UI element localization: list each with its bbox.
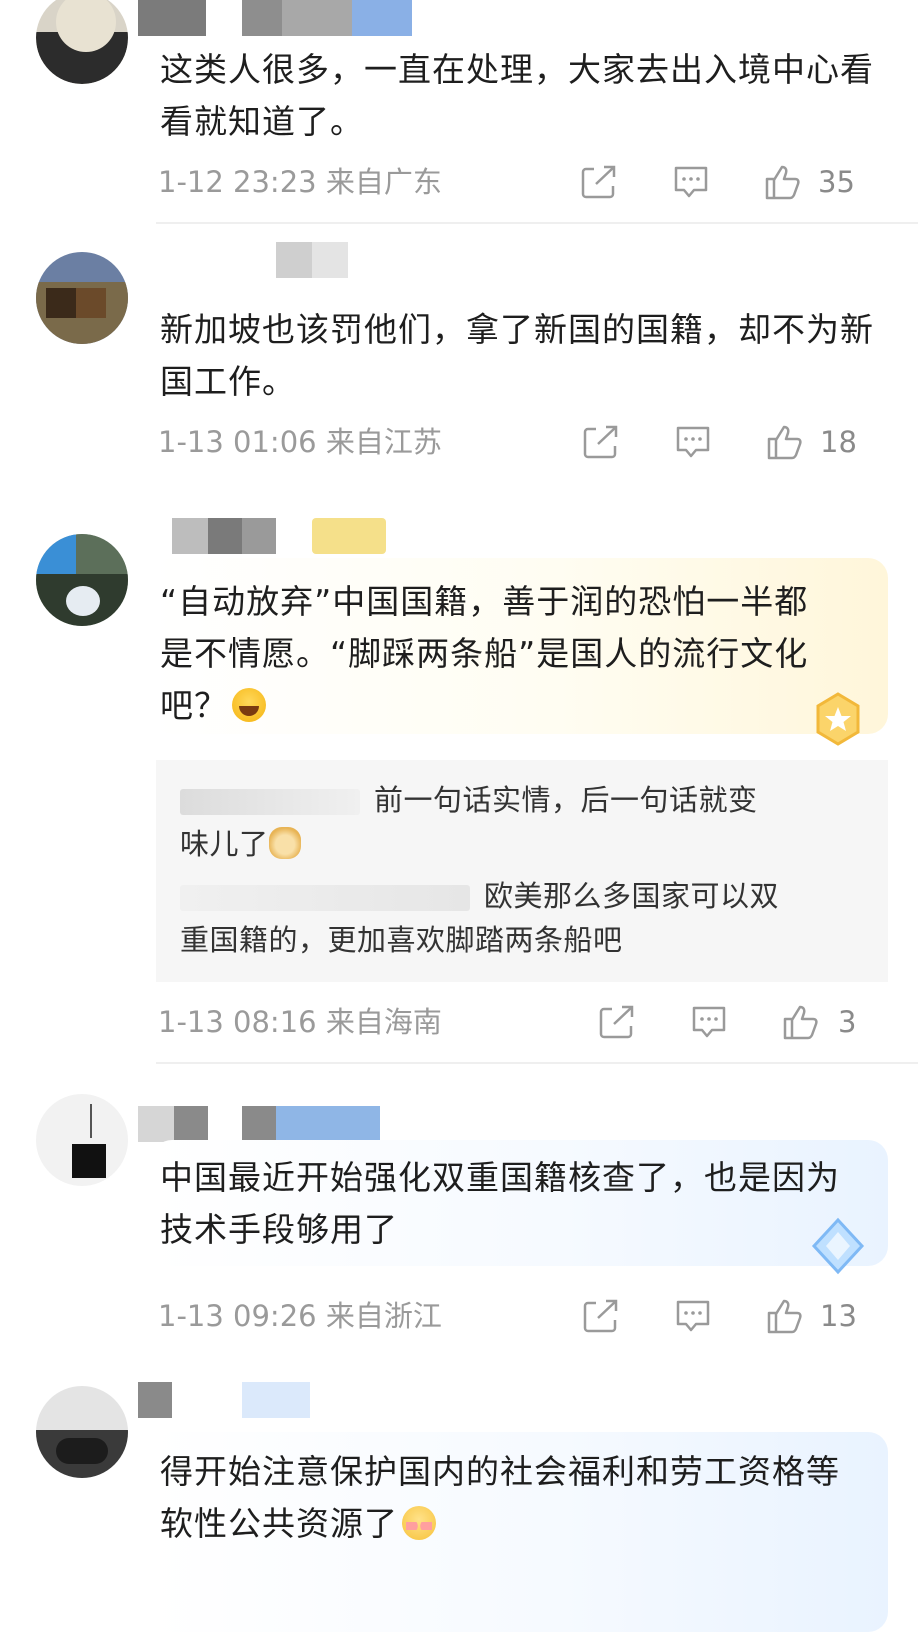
avatar[interactable]	[36, 534, 128, 626]
star-badge-icon	[806, 688, 870, 752]
like-count: 3	[838, 1005, 857, 1039]
reply-username-blurred[interactable]	[180, 789, 360, 815]
thumbs-up-icon[interactable]	[782, 1004, 820, 1040]
avatar[interactable]	[36, 0, 128, 84]
comment-icon[interactable]	[672, 164, 710, 200]
like-count: 35	[818, 165, 855, 199]
thumbs-up-icon[interactable]	[766, 1298, 804, 1334]
reply-list[interactable]: 前一句话实情，后一句话就变味儿了 欧美那么多国家可以双重国籍的，更加喜欢脚踏两条…	[156, 760, 888, 982]
comment-time-location: 1-13 01:06 来自江苏	[158, 425, 442, 459]
comment-time-location: 1-12 23:23 来自广东	[158, 165, 442, 199]
laughing-emoji-icon	[232, 688, 266, 722]
comment-icon[interactable]	[674, 1298, 712, 1334]
diamond-badge-icon	[806, 1214, 870, 1278]
reply-username-blurred[interactable]	[180, 885, 470, 911]
comment-text-content: 得开始注意保护国内的社会福利和劳工资格等软性公共资源了	[160, 1452, 840, 1543]
like-count: 18	[820, 425, 857, 459]
share-icon[interactable]	[580, 164, 618, 200]
divider	[156, 222, 918, 224]
comment-time-location: 1-13 09:26 来自浙江	[158, 1299, 442, 1333]
divider	[156, 1062, 918, 1064]
thumbs-up-icon[interactable]	[764, 164, 802, 200]
thumbs-up-icon[interactable]	[766, 424, 804, 460]
reply-text: 欧美那么多国家可以双	[484, 879, 780, 913]
share-icon[interactable]	[582, 424, 620, 460]
doge-emoji-icon	[268, 827, 301, 859]
comment-time-location: 1-13 08:16 来自海南	[158, 1005, 442, 1039]
blush-emoji-icon	[402, 1506, 436, 1540]
username-blurred[interactable]	[138, 1382, 338, 1418]
username-blurred[interactable]	[138, 0, 438, 36]
comment-text: 中国最近开始强化双重国籍核查了，也是因为技术手段够用了	[160, 1158, 840, 1249]
reply-text: 前一句话实情，后一句话就变	[374, 783, 758, 817]
comment-icon[interactable]	[674, 424, 712, 460]
username-blurred[interactable]	[138, 1106, 398, 1142]
avatar[interactable]	[36, 1386, 128, 1478]
reply-text: 味儿了	[180, 827, 269, 861]
avatar[interactable]	[36, 1094, 128, 1186]
comment-text: 这类人很多，一直在处理，大家去出入境中心看看就知道了。	[160, 50, 874, 141]
share-icon[interactable]	[582, 1298, 620, 1334]
reply-item[interactable]: 欧美那么多国家可以双重国籍的，更加喜欢脚踏两条船吧	[180, 874, 860, 962]
comment-text: 得开始注意保护国内的社会福利和劳工资格等软性公共资源了	[160, 1446, 840, 1550]
comment-text: 新加坡也该罚他们，拿了新国的国籍，却不为新国工作。	[160, 310, 874, 401]
reply-item[interactable]: 前一句话实情，后一句话就变味儿了	[180, 778, 860, 866]
comment-icon[interactable]	[690, 1004, 728, 1040]
username-blurred[interactable]	[172, 518, 422, 554]
avatar[interactable]	[36, 252, 128, 344]
comment-text: “自动放弃”中国国籍，善于润的恐怕一半都是不情愿。“脚踩两条船”是国人的流行文化…	[160, 576, 830, 732]
username-blurred[interactable]	[276, 242, 356, 278]
reply-text: 重国籍的，更加喜欢脚踏两条船吧	[180, 923, 623, 957]
like-count: 13	[820, 1299, 857, 1333]
share-icon[interactable]	[598, 1004, 636, 1040]
